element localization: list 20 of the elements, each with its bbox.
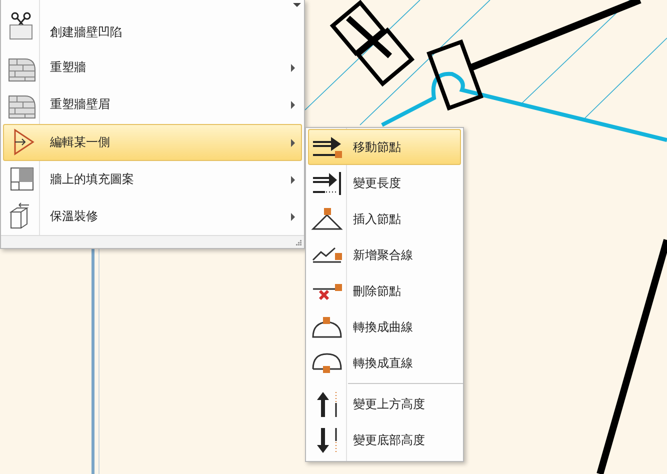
menu-item[interactable]: 保溫裝修 bbox=[3, 198, 302, 236]
menu-item[interactable]: 牆上的填充圖案 bbox=[3, 160, 302, 198]
menu-item[interactable]: 編輯某一側 bbox=[3, 124, 302, 161]
menu-item[interactable]: 重塑牆壁眉 bbox=[3, 86, 302, 124]
menu-item[interactable]: 重塑牆 bbox=[3, 49, 302, 86]
menu-item[interactable]: 移動節點 bbox=[308, 129, 461, 165]
polyline-icon bbox=[312, 246, 342, 264]
menu-item[interactable]: 刪除節點 bbox=[308, 273, 461, 309]
menu-item[interactable]: 插入節點 bbox=[308, 201, 461, 237]
menu-item[interactable]: 創建牆壁凹陷 bbox=[3, 0, 302, 50]
resize-grip-icon[interactable] bbox=[296, 240, 302, 246]
menu-item[interactable]: 變更上方高度 bbox=[308, 386, 461, 422]
menu-item[interactable]: 變更長度 bbox=[308, 165, 461, 201]
insert-node-icon bbox=[311, 205, 343, 233]
menu-item[interactable]: 新增聚合線 bbox=[308, 237, 461, 273]
length-arrow-icon bbox=[311, 169, 343, 197]
menu-item[interactable]: 轉換成曲線 bbox=[308, 309, 461, 345]
menu-item[interactable]: 轉換成直線 bbox=[308, 345, 461, 381]
menu-item[interactable]: 變更底部高度 bbox=[308, 422, 461, 458]
dropdown-arrow-icon[interactable] bbox=[292, 2, 302, 8]
